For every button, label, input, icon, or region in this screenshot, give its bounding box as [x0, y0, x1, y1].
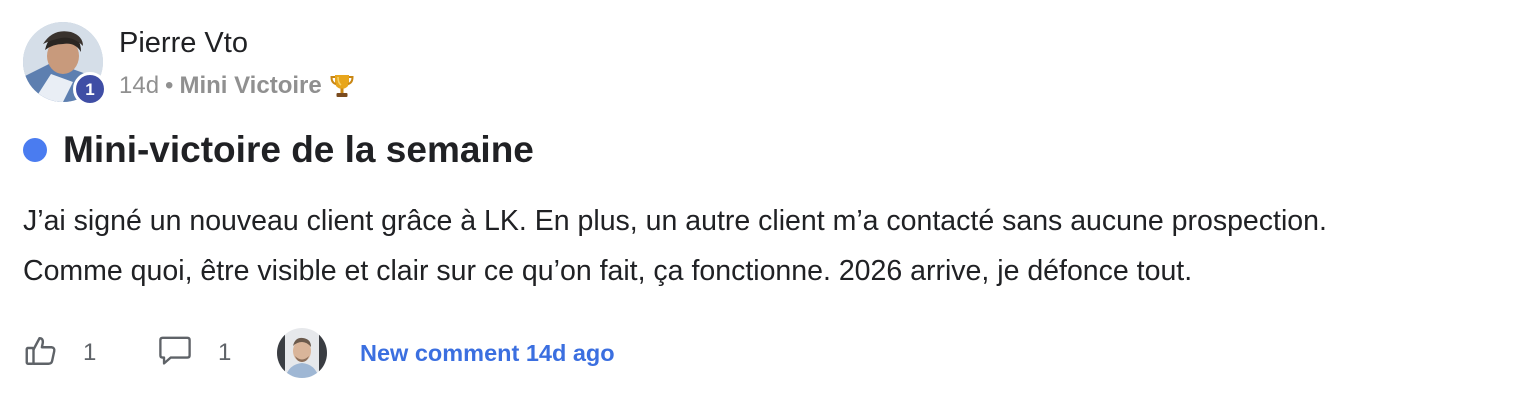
post-meta: 14d • Mini Victoire	[119, 72, 354, 100]
like-count: 1	[83, 339, 97, 366]
thumbs-up-icon	[23, 333, 59, 374]
comment-count: 1	[218, 339, 232, 366]
trophy-icon	[330, 73, 354, 99]
comment-icon	[156, 333, 194, 374]
like-button[interactable]: 1	[23, 333, 156, 374]
post-card: 1 Pierre Vto 14d • Mini Victoire Mini-vi…	[0, 0, 1522, 406]
commenter-avatar[interactable]	[277, 328, 327, 378]
post-title[interactable]: Mini-victoire de la semaine	[63, 128, 534, 172]
post-title-row[interactable]: Mini-victoire de la semaine	[23, 128, 534, 172]
post-body-line: J’ai signé un nouveau client grâce à LK.…	[23, 205, 1327, 237]
meta-separator: •	[165, 72, 174, 99]
post-body: J’ai signé un nouveau client grâce à LK.…	[23, 196, 1493, 296]
post-footer: 1 1 New comment 14d ago	[23, 327, 615, 379]
author-name[interactable]: Pierre Vto	[119, 26, 248, 60]
comment-button[interactable]: 1	[156, 333, 277, 374]
post-category[interactable]: Mini Victoire	[179, 72, 321, 100]
author-avatar-container[interactable]: 1	[23, 22, 107, 106]
unread-indicator	[23, 138, 47, 162]
new-comment-link[interactable]: New comment 14d ago	[360, 340, 615, 367]
level-badge: 1	[73, 72, 107, 106]
post-time[interactable]: 14d	[119, 72, 159, 100]
post-body-line: Comme quoi, être visible et clair sur ce…	[23, 255, 1193, 287]
